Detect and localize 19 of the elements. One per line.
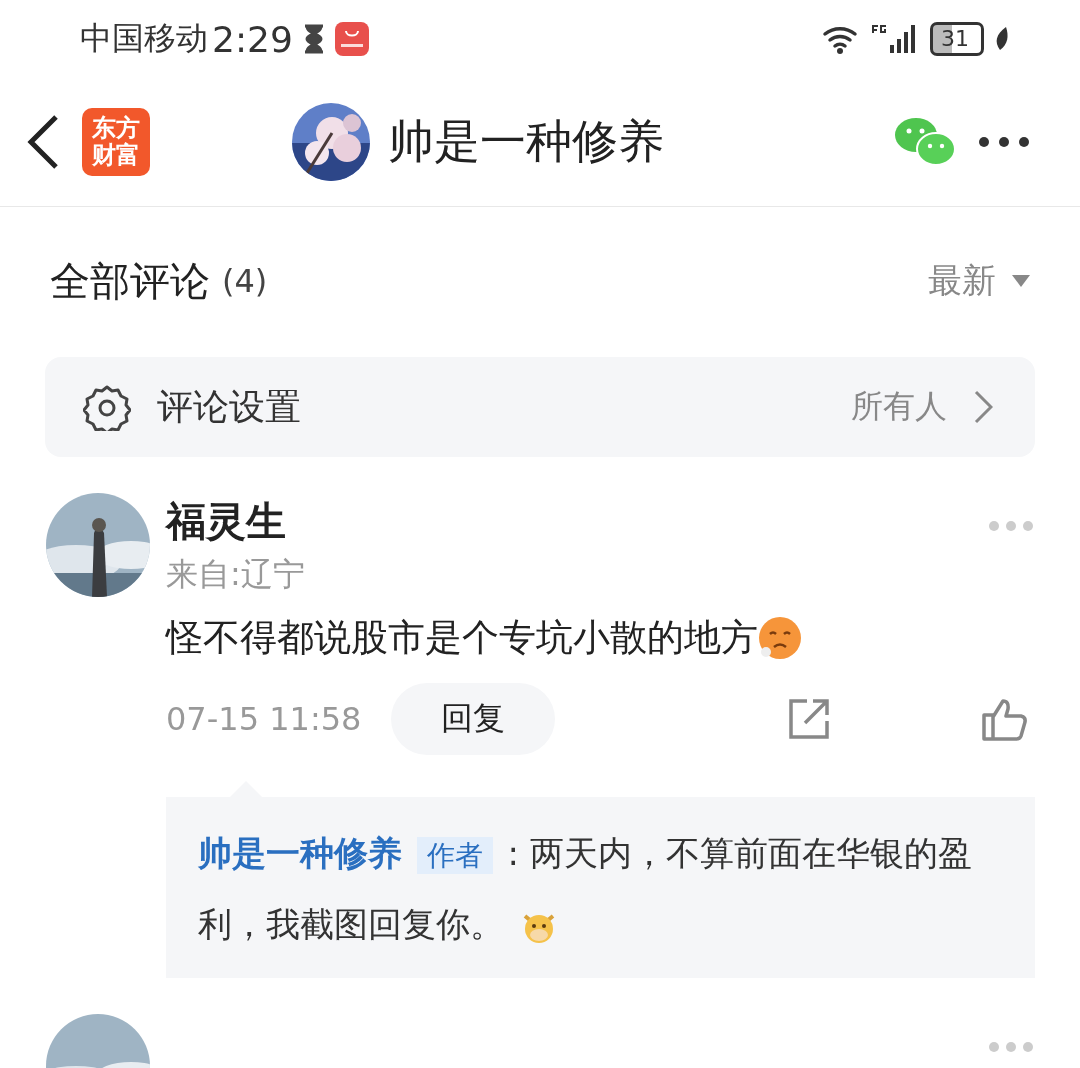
- carrier-name: 中国移动: [80, 18, 208, 59]
- comment-text: 怪不得都说股市是个专坑小散的地方: [166, 615, 758, 661]
- comment-count: (4): [222, 262, 268, 300]
- page-title: 帅是一种修养: [388, 113, 664, 170]
- reply-text: 帅是一种修养 作者 : 两天内，不算前面在华银的盈利，我截图回复你。: [198, 832, 973, 946]
- sort-dropdown[interactable]: 最新: [928, 258, 1030, 304]
- clock-time: 2:29: [212, 18, 293, 60]
- reply-button[interactable]: 回复: [391, 683, 556, 755]
- user-location: 来自:辽宁: [166, 554, 306, 595]
- settings-row[interactable]: 评论设置 所有人: [45, 357, 1035, 457]
- reply-author-link[interactable]: 帅是一种修养: [198, 833, 402, 873]
- app-logo: 东方 财富: [82, 108, 150, 176]
- settings-label: 评论设置: [157, 384, 301, 429]
- section-title: 全部评论: [50, 256, 210, 306]
- user-name[interactable]: 福灵生: [166, 493, 286, 549]
- settings-value: 所有人: [851, 386, 947, 427]
- author-tag: 作者: [416, 837, 493, 874]
- battery-indicator: 31: [930, 22, 984, 56]
- comment-time: 07-15 11:58: [166, 700, 362, 738]
